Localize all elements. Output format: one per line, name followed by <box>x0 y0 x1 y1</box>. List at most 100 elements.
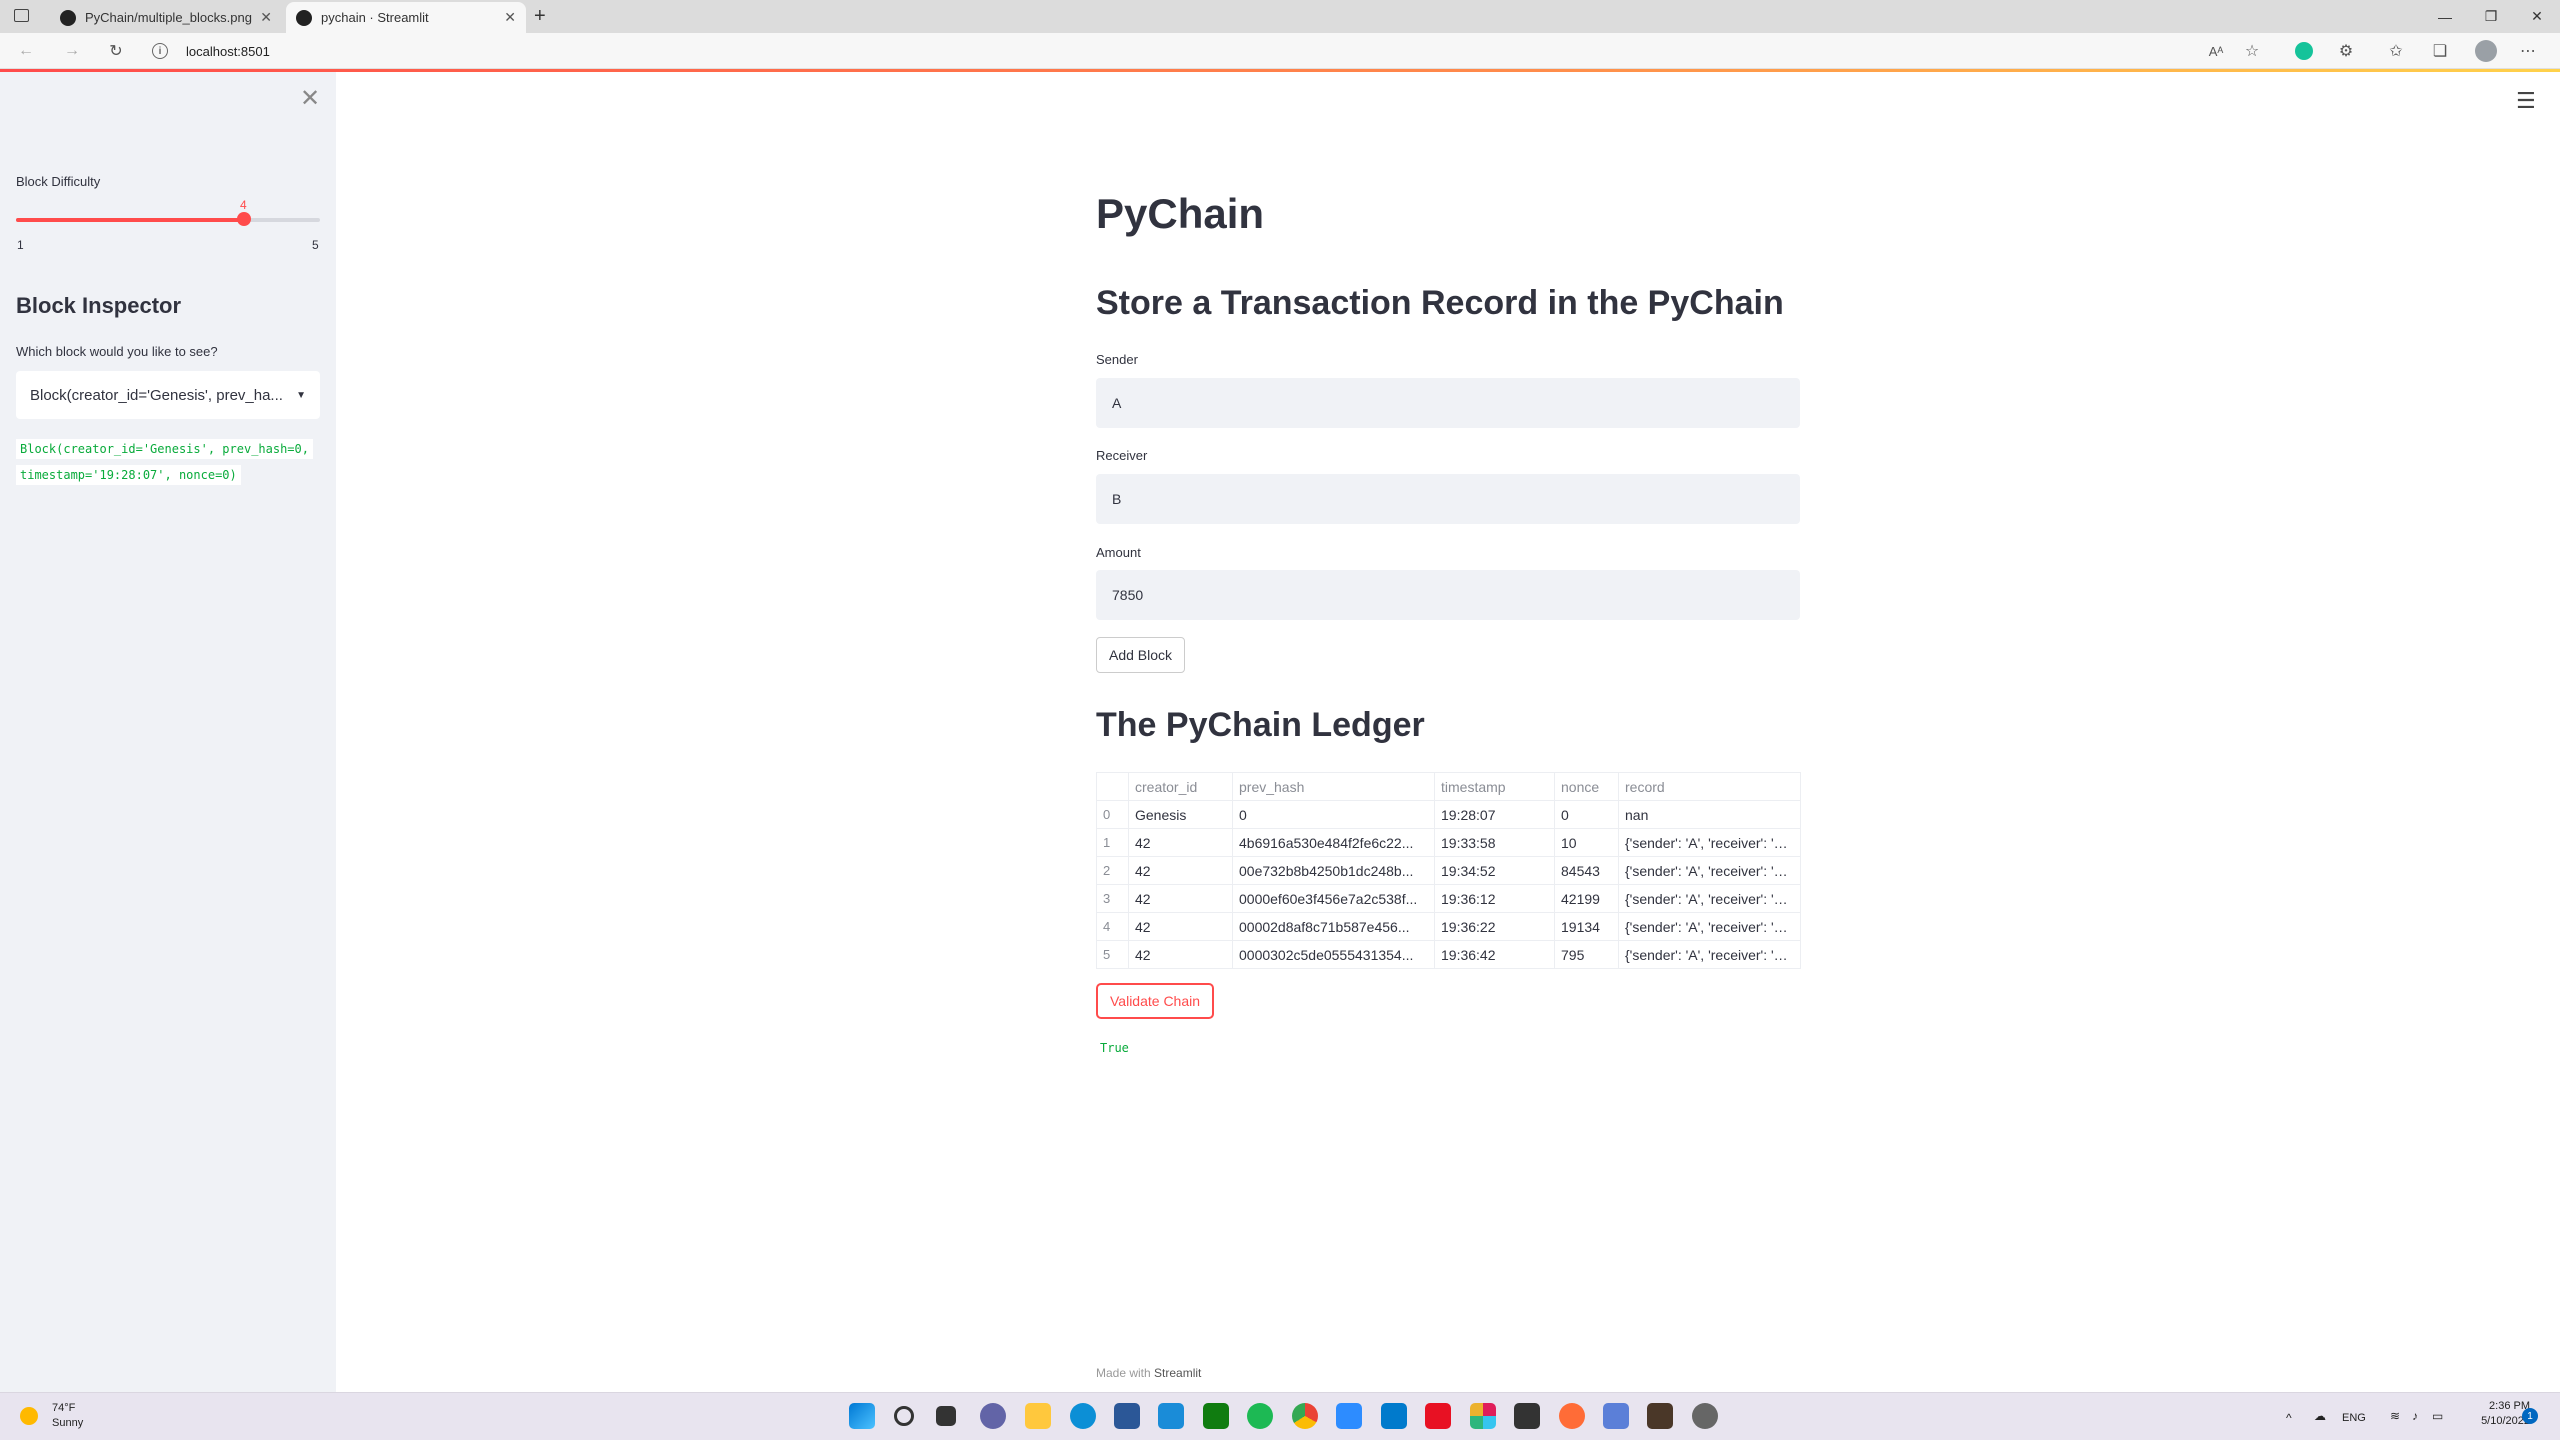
vscode-icon[interactable] <box>1381 1403 1407 1429</box>
xbox-icon[interactable] <box>1203 1403 1229 1429</box>
tab-actions-icon[interactable] <box>14 9 29 22</box>
more-icon[interactable]: ⋯ <box>2516 40 2540 62</box>
grammarly-icon[interactable] <box>2292 40 2316 62</box>
block-code-line: Block(creator_id='Genesis', prev_hash=0, <box>16 439 313 459</box>
app-icon[interactable] <box>1603 1403 1629 1429</box>
extensions-icon[interactable]: ⚙ <box>2334 40 2358 62</box>
close-window-icon[interactable]: ✕ <box>2514 0 2560 33</box>
difficulty-slider-thumb[interactable] <box>237 212 251 226</box>
table-cell: {'sender': 'A', 'receiver': 'B',... <box>1618 940 1801 969</box>
profile-icon[interactable] <box>2474 40 2498 62</box>
table-row[interactable]: 5 42 0000302c5de0555431354... 19:36:42 795 {'… <box>1096 940 1801 969</box>
sidebar <box>0 72 336 1392</box>
table-row[interactable]: 1 42 4b6916a530e484f2fe6c22... 19:33:58 10 {'… <box>1096 828 1801 857</box>
battery-icon[interactable]: ▭ <box>2432 1409 2443 1423</box>
back-icon[interactable]: ← <box>14 40 38 62</box>
chevron-up-icon[interactable]: ^ <box>2286 1411 2292 1425</box>
settings-icon[interactable] <box>1692 1403 1718 1429</box>
table-cell: 19:28:07 <box>1434 800 1555 829</box>
postman-icon[interactable] <box>1559 1403 1585 1429</box>
amount-value: 7850 <box>1112 587 1144 603</box>
language-indicator[interactable]: ENG <box>2342 1412 2366 1424</box>
tab-pychain[interactable]: pychain · Streamlit ✕ <box>286 2 526 33</box>
file-explorer-icon[interactable] <box>1025 1403 1051 1429</box>
menu-icon[interactable]: ☰ <box>2516 88 2536 114</box>
column-header[interactable] <box>1096 772 1129 801</box>
chat-icon[interactable] <box>980 1403 1006 1429</box>
difficulty-max: 5 <box>312 238 319 252</box>
table-cell: 10 <box>1554 828 1619 857</box>
app-icon[interactable] <box>1425 1403 1451 1429</box>
sender-input[interactable]: A <box>1096 378 1800 428</box>
block-code: Block(creator_id='Genesis', prev_hash=0,… <box>16 436 320 488</box>
minimize-icon[interactable]: — <box>2422 0 2468 33</box>
table-cell: {'sender': 'A', 'receiver': 'B',... <box>1618 912 1801 941</box>
table-header-row: creator_id prev_hash timestamp nonce record <box>1096 772 1801 801</box>
row-index: 2 <box>1096 856 1129 885</box>
amount-input[interactable]: 7850 <box>1096 570 1800 620</box>
receiver-input[interactable]: B <box>1096 474 1800 524</box>
table-cell: 84543 <box>1554 856 1619 885</box>
reload-icon[interactable]: ↻ <box>104 40 128 62</box>
chrome-icon[interactable] <box>1292 1403 1318 1429</box>
column-header[interactable]: timestamp <box>1434 772 1555 801</box>
row-index: 0 <box>1096 800 1129 829</box>
favorites-icon[interactable]: ✩ <box>2384 40 2408 62</box>
volume-icon[interactable]: ♪ <box>2412 1409 2418 1423</box>
table-cell: 0 <box>1232 800 1435 829</box>
column-header[interactable]: nonce <box>1554 772 1619 801</box>
read-aloud-icon[interactable]: Aᴬ <box>2204 40 2228 62</box>
table-row[interactable]: 4 42 00002d8af8c71b587e456... 19:36:22 19134… <box>1096 912 1801 941</box>
table-cell: 19:33:58 <box>1434 828 1555 857</box>
weather-desc: Sunny <box>52 1417 84 1429</box>
table-cell: 0 <box>1554 800 1619 829</box>
table-cell: 00002d8af8c71b587e456... <box>1232 912 1435 941</box>
slack-icon[interactable] <box>1470 1403 1496 1429</box>
table-cell: 19:34:52 <box>1434 856 1555 885</box>
terminal-icon[interactable] <box>1514 1403 1540 1429</box>
clock[interactable]: 2:36 PM 5/10/2022 <box>2456 1399 2530 1429</box>
table-row[interactable]: 2 42 00e732b8b4250b1dc248b... 19:34:52 84543… <box>1096 856 1801 885</box>
block-select-label: Which block would you like to see? <box>16 344 218 359</box>
wifi-icon[interactable]: ≋ <box>2390 1409 2400 1423</box>
close-icon[interactable]: ✕ <box>504 9 516 26</box>
favorite-add-icon[interactable]: ☆ <box>2240 40 2264 62</box>
cloud-icon[interactable]: ☁ <box>2314 1409 2326 1423</box>
close-sidebar-icon[interactable]: ✕ <box>300 84 320 113</box>
table-row[interactable]: 3 42 0000ef60e3f456e7a2c538f... 19:36:12 421… <box>1096 884 1801 913</box>
app-l-icon[interactable] <box>1158 1403 1184 1429</box>
streamlit-icon <box>296 9 312 26</box>
restore-icon[interactable]: ❐ <box>2468 0 2514 33</box>
row-index: 4 <box>1096 912 1129 941</box>
column-header[interactable]: creator_id <box>1128 772 1233 801</box>
column-header[interactable]: record <box>1618 772 1801 801</box>
tab-github[interactable]: PyChain/multiple_blocks.png at ✕ <box>50 2 282 33</box>
forward-icon[interactable]: → <box>60 40 84 62</box>
search-icon[interactable] <box>894 1406 914 1426</box>
site-info-icon[interactable]: i <box>152 43 168 59</box>
edge-icon[interactable] <box>1070 1403 1096 1429</box>
task-view-icon[interactable] <box>936 1406 956 1426</box>
streamlit-link[interactable]: Streamlit <box>1154 1366 1201 1380</box>
new-tab-icon[interactable]: + <box>534 5 546 28</box>
spotify-icon[interactable] <box>1247 1403 1273 1429</box>
table-cell: Genesis <box>1128 800 1233 829</box>
zoom-icon[interactable] <box>1336 1403 1362 1429</box>
table-cell: 42 <box>1128 940 1233 969</box>
column-header[interactable]: prev_hash <box>1232 772 1435 801</box>
weather-widget[interactable]: 74°F Sunny <box>20 1401 83 1431</box>
store-icon[interactable] <box>1114 1403 1140 1429</box>
table-row[interactable]: 0 Genesis 0 19:28:07 0 nan <box>1096 800 1801 829</box>
block-select[interactable]: Block(creator_id='Genesis', prev_ha... ▼ <box>16 371 320 419</box>
address-bar[interactable]: i localhost:8501 <box>152 38 270 64</box>
add-block-button[interactable]: Add Block <box>1096 637 1186 673</box>
collections-icon[interactable]: ❏ <box>2428 40 2452 62</box>
app-icon[interactable] <box>1647 1403 1673 1429</box>
start-icon[interactable] <box>849 1403 875 1429</box>
ledger-table[interactable]: creator_id prev_hash timestamp nonce record … <box>1096 772 1801 969</box>
close-icon[interactable]: ✕ <box>260 9 272 26</box>
notification-badge[interactable]: 1 <box>2522 1408 2538 1424</box>
validate-chain-button[interactable]: Validate Chain <box>1096 983 1215 1019</box>
difficulty-min: 1 <box>17 238 24 252</box>
chevron-down-icon: ▼ <box>296 389 306 401</box>
